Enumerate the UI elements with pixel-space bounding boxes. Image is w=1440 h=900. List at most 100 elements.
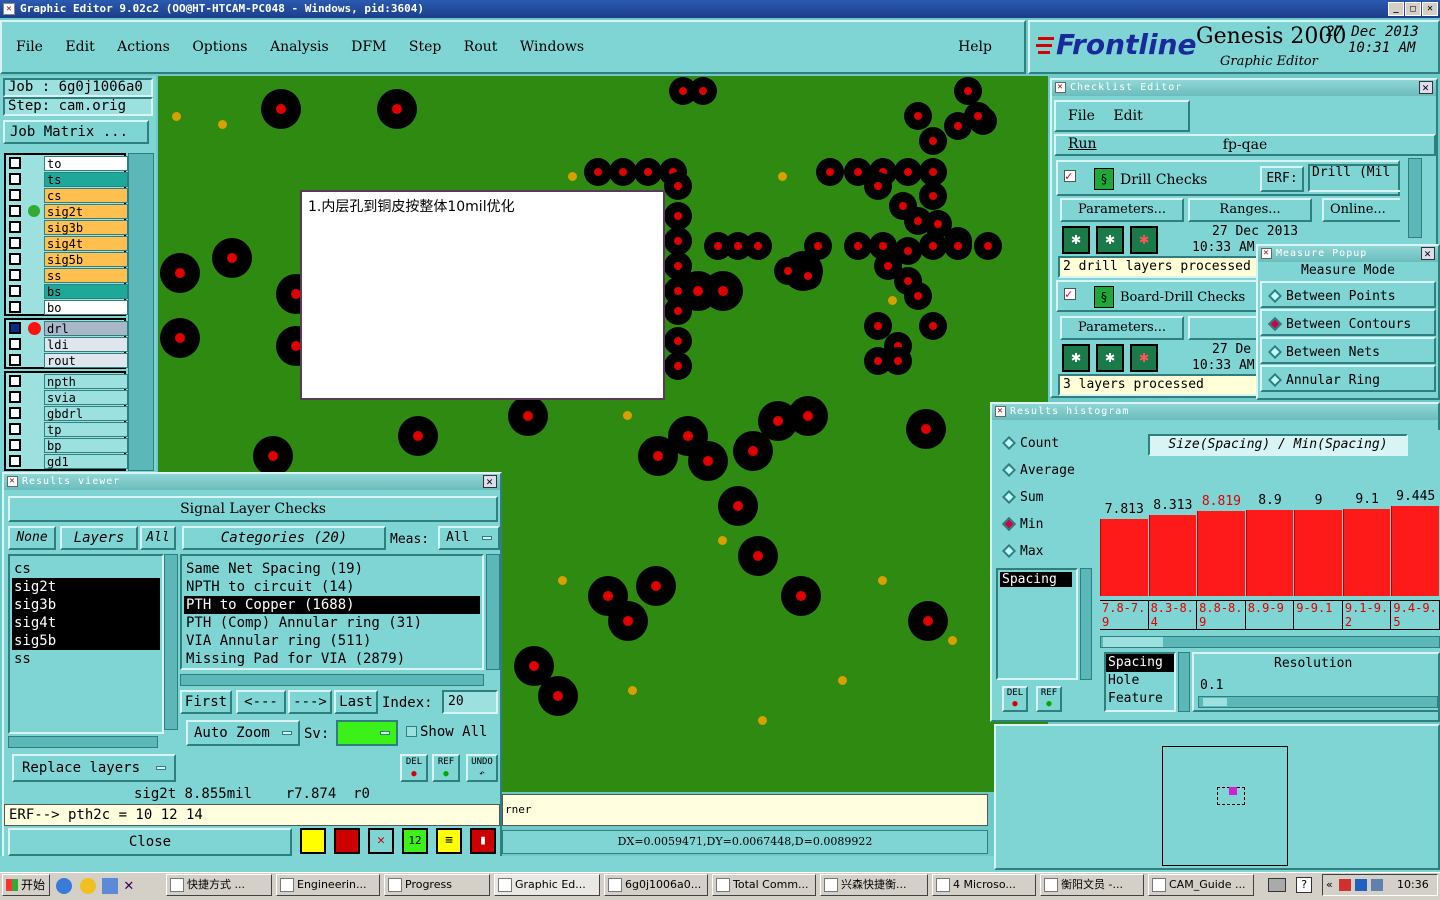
meas-select[interactable]: All [438, 526, 500, 550]
ie-icon[interactable] [56, 878, 72, 894]
layer-row-sig4t[interactable]: sig4t [6, 235, 128, 251]
drill-ranges-button[interactable]: Ranges... [1188, 198, 1312, 222]
checklist-close-button[interactable]: ✕ [1419, 81, 1433, 94]
graph-icon[interactable] [300, 828, 326, 854]
layer-checkbox[interactable] [9, 269, 21, 281]
category-item[interactable]: PTH to Copper (1688) [184, 596, 480, 614]
drill-online-button[interactable]: Online... [1322, 198, 1400, 222]
results-layer-item[interactable]: sig5b [12, 632, 160, 650]
menu-file[interactable]: File [16, 39, 43, 55]
layer-checkbox[interactable] [9, 173, 21, 185]
menu-step[interactable]: Step [409, 39, 441, 55]
histogram-icon[interactable]: ▮ [470, 828, 496, 854]
run-error-icon[interactable]: ✱ [1130, 344, 1158, 372]
layer-checkbox[interactable] [9, 205, 21, 217]
drill-parameters-button[interactable]: Parameters... [1060, 198, 1184, 222]
taskbar-item[interactable]: Engineerin... [276, 874, 380, 896]
layer-checkbox[interactable] [9, 423, 21, 435]
layer-checkbox[interactable] [9, 221, 21, 233]
categories-button[interactable]: Categories (20) [182, 526, 386, 550]
layer-row-to[interactable]: to [6, 155, 128, 171]
histogram-list[interactable]: Spacing [996, 568, 1078, 680]
tray-expand-icon[interactable]: « [1326, 875, 1333, 895]
tag-spacing[interactable]: Spacing [1106, 654, 1174, 672]
layers-button[interactable]: Layers [60, 526, 138, 550]
drill-checks-checkbox[interactable]: ✓ [1064, 170, 1076, 182]
note-box[interactable]: 1.内层孔到铜皮按整体10mil优化 [300, 190, 665, 400]
taskbar-item[interactable]: CAM_Guide ... [1148, 874, 1254, 896]
layer-row-sig5b[interactable]: sig5b [6, 251, 128, 267]
hist-ref-button[interactable]: REF ● [1036, 686, 1062, 712]
sv-color-select[interactable] [336, 720, 398, 746]
layer-checkbox[interactable] [9, 455, 21, 467]
auto-zoom-select[interactable]: Auto Zoom [186, 720, 300, 746]
histogram-bar[interactable] [1197, 511, 1245, 596]
results-layer-item[interactable]: sig2t [12, 578, 160, 596]
histogram-bar[interactable] [1100, 519, 1148, 596]
run-icon[interactable]: ✱ [1062, 226, 1090, 254]
histogram-list-item[interactable]: Spacing [1000, 572, 1072, 587]
histogram-list-scrollbar[interactable] [1080, 568, 1092, 680]
menu-analysis[interactable]: Analysis [270, 39, 329, 55]
start-button[interactable]: 开始 [2, 874, 50, 896]
taskbar-item[interactable]: 快捷方式 ... [166, 874, 272, 896]
none-button[interactable]: None [8, 526, 56, 550]
layer-row-ldi[interactable]: ldi [6, 336, 128, 352]
results-layer-item[interactable]: sig3b [12, 596, 160, 614]
layer-checkbox[interactable] [9, 354, 21, 366]
taskbar-item[interactable]: Graphic Ed... [494, 874, 600, 896]
layer-checkbox[interactable] [9, 338, 21, 350]
layer-checkbox[interactable] [9, 253, 21, 265]
results-layer-item[interactable]: cs [12, 560, 160, 578]
chart-hscrollbar[interactable] [1100, 636, 1440, 648]
category-item[interactable]: PTH (Comp) Annular ring (31) [184, 614, 480, 632]
results-viewer-close-button[interactable]: ✕ [483, 475, 497, 488]
erf-value[interactable]: Drill (Mil [1308, 164, 1400, 192]
taskbar-item[interactable]: 4 Microso... [932, 874, 1036, 896]
ref-button[interactable]: REF ● [432, 754, 460, 782]
prev-button[interactable]: <--- [236, 690, 286, 714]
results-layer-item[interactable]: ss [12, 650, 160, 668]
measure-option[interactable]: Between Contours [1260, 309, 1436, 336]
results-layer-list[interactable]: cs sig2t sig3b sig4t sig5b ss [8, 554, 164, 734]
job-matrix-button[interactable]: Job Matrix ... [3, 120, 149, 144]
histogram-mode[interactable]: Count [996, 430, 1092, 457]
checklist-menu-file[interactable]: File [1068, 108, 1095, 124]
resolution-slider[interactable] [1198, 696, 1438, 708]
histogram-tags[interactable]: Spacing Hole Feature [1104, 652, 1176, 712]
checklist-menu-edit[interactable]: Edit [1113, 108, 1142, 124]
histogram-bar[interactable] [1342, 508, 1391, 596]
histogram-mode[interactable]: Average [996, 457, 1092, 484]
hist-del-button[interactable]: DEL ● [1002, 686, 1028, 712]
category-item[interactable]: Missing Pad for VIA (2879) [184, 650, 480, 668]
layer-checkbox[interactable] [9, 189, 21, 201]
slider-thumb[interactable] [1203, 698, 1227, 706]
layer-row-gbdrl[interactable]: gbdrl [6, 405, 128, 421]
menu-windows[interactable]: Windows [520, 39, 584, 55]
menu-options[interactable]: Options [192, 39, 247, 55]
layer-row-bp[interactable]: bp [6, 437, 128, 453]
close-x-icon[interactable]: ✕ [124, 876, 142, 894]
first-button[interactable]: First [180, 690, 232, 714]
last-button[interactable]: Last [334, 690, 378, 714]
layer-checkbox[interactable] [9, 285, 21, 297]
layer-row-cs[interactable]: cs [6, 187, 128, 203]
tray-app-icon[interactable] [1371, 879, 1383, 891]
histogram-bar[interactable] [1294, 509, 1342, 596]
layer-row-drl[interactable]: drl [6, 320, 128, 336]
measure-option[interactable]: Between Points [1260, 281, 1436, 308]
histogram-bar[interactable] [1391, 506, 1439, 596]
next-button[interactable]: ---> [288, 690, 332, 714]
layer-row-bs[interactable]: bs [6, 283, 128, 299]
layer-checkbox[interactable] [9, 322, 21, 334]
run-icon[interactable]: ✱ [1096, 226, 1124, 254]
overview-frame[interactable] [1162, 746, 1288, 866]
replace-layers-select[interactable]: Replace layers [12, 754, 176, 782]
taskbar-item[interactable]: Progress [384, 874, 490, 896]
category-item[interactable]: NPTH to circuit (14) [184, 578, 480, 596]
layer-row-svia[interactable]: svia [6, 389, 128, 405]
layer-row-gd1[interactable]: gd1 [6, 453, 128, 469]
histogram-mode[interactable]: Max [996, 538, 1092, 565]
number-icon[interactable]: 12 [402, 828, 428, 854]
run-error-icon[interactable]: ✱ [1130, 226, 1158, 254]
